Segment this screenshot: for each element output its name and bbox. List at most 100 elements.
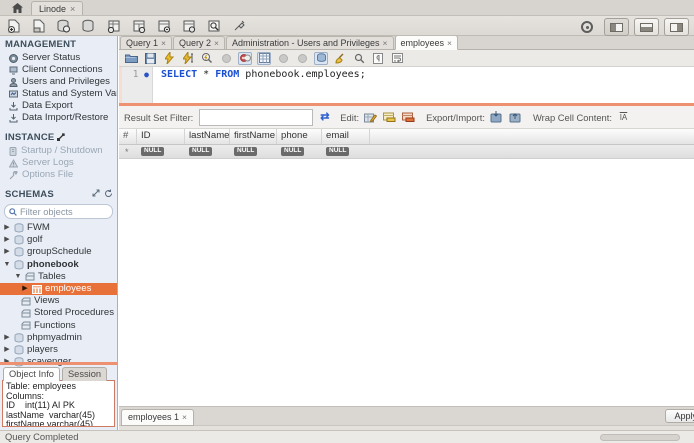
sql-code[interactable]: SELECT * FROM phonebook.employees;	[153, 67, 366, 103]
home-tab[interactable]	[6, 1, 28, 14]
refresh-icon[interactable]: ⇄	[317, 111, 332, 124]
close-icon[interactable]: ×	[161, 37, 166, 49]
scrollbar-thumb[interactable]	[600, 434, 680, 441]
tab-employees[interactable]: employees×	[395, 36, 459, 50]
column-header-phone[interactable]: phone	[277, 129, 322, 144]
close-icon[interactable]: ×	[447, 37, 452, 49]
create-procedure-icon[interactable]	[156, 18, 172, 33]
open-inspector-icon[interactable]	[56, 18, 72, 33]
column-header-lastname[interactable]: lastName	[185, 129, 230, 144]
toggle-autocommit-icon[interactable]	[314, 52, 328, 65]
explain-icon[interactable]	[200, 52, 214, 65]
wrap-cell-content-icon[interactable]: IA	[616, 111, 631, 124]
stop-icon[interactable]	[219, 52, 233, 65]
close-icon[interactable]: ×	[214, 37, 219, 49]
tree-item-groupschedule[interactable]: ▶ groupSchedule	[0, 246, 117, 258]
tree-item-employees[interactable]: ▶ employees	[0, 283, 117, 295]
close-icon[interactable]: ×	[70, 4, 75, 14]
tree-item-stored-procedures[interactable]: Stored Procedures	[0, 307, 117, 319]
search-table-data-icon[interactable]	[206, 18, 222, 33]
sidebar-item-data-export[interactable]: Data Export	[0, 100, 117, 112]
new-query-tab-icon[interactable]	[6, 18, 22, 33]
edit-record-icon[interactable]	[363, 111, 378, 124]
wrap-text-icon[interactable]	[390, 52, 404, 65]
chevron-down-icon[interactable]: ▼	[14, 271, 22, 283]
reconnect-dbms-icon[interactable]	[231, 18, 247, 33]
table-row-new[interactable]: * NULL NULL NULL NULL NULL	[119, 145, 694, 159]
delete-row-icon[interactable]	[401, 111, 416, 124]
create-table-icon[interactable]	[106, 18, 122, 33]
chevron-right-icon[interactable]: ▶	[3, 246, 11, 258]
limit-rows-icon[interactable]	[257, 52, 271, 65]
close-icon[interactable]: ×	[383, 37, 388, 49]
tree-item-phonebook[interactable]: ▼ phonebook	[0, 259, 117, 271]
tree-item-label: Tables	[38, 271, 66, 283]
execute-icon[interactable]	[162, 52, 176, 65]
execute-current-statement-icon[interactable]	[181, 52, 195, 65]
sidebar-item-data-import[interactable]: Data Import/Restore	[0, 112, 117, 124]
connection-tab[interactable]: Linode ×	[31, 1, 83, 15]
insert-row-icon[interactable]	[382, 111, 397, 124]
create-view-icon[interactable]	[131, 18, 147, 33]
sidebar-item-options-file[interactable]: Options File	[0, 169, 117, 181]
column-header-id[interactable]: ID	[137, 129, 185, 144]
chevron-right-icon[interactable]: ▶	[3, 332, 11, 344]
chevron-right-icon[interactable]: ▶	[3, 344, 11, 356]
tree-item-views[interactable]: Views	[0, 295, 117, 307]
cell-phone[interactable]: NULL	[277, 146, 322, 157]
result-filter-input[interactable]	[199, 109, 313, 126]
apply-button[interactable]: Apply	[665, 409, 694, 423]
create-schema-icon[interactable]	[81, 18, 97, 33]
rollback-icon[interactable]	[295, 52, 309, 65]
cell-email[interactable]: NULL	[322, 146, 370, 157]
refresh-schemas-icon[interactable]	[104, 189, 113, 198]
tree-item-fwm[interactable]: ▶ FWM	[0, 222, 117, 234]
toggle-bottom-panel-button[interactable]	[634, 18, 659, 36]
import-icon[interactable]	[508, 111, 523, 124]
chevron-down-icon[interactable]: ▼	[3, 259, 11, 271]
column-header-hash[interactable]: #	[119, 129, 137, 144]
tab-query-2[interactable]: Query 2×	[173, 36, 225, 49]
sidebar-item-startup-shutdown[interactable]: Startup / Shutdown	[0, 145, 117, 157]
export-icon[interactable]	[489, 111, 504, 124]
close-icon[interactable]: ×	[182, 410, 187, 425]
open-sql-script-icon[interactable]	[31, 18, 47, 33]
sidebar-item-status-system-variables[interactable]: Status and System Variables	[0, 88, 117, 100]
sidebar-item-users-privileges[interactable]: Users and Privileges	[0, 76, 117, 88]
chevron-right-icon[interactable]: ▶	[3, 222, 11, 234]
sidebar-item-client-connections[interactable]: Client Connections	[0, 64, 117, 76]
sidebar-item-server-logs[interactable]: Server Logs	[0, 157, 117, 169]
tab-employees-1[interactable]: employees 1×	[121, 409, 194, 426]
expand-panel-icon[interactable]	[92, 189, 100, 198]
column-header-email[interactable]: email	[322, 129, 370, 144]
create-function-icon[interactable]	[181, 18, 197, 33]
chevron-right-icon[interactable]: ▶	[3, 234, 11, 246]
tree-item-tables[interactable]: ▼ Tables	[0, 271, 117, 283]
open-file-icon[interactable]	[124, 52, 138, 65]
toggle-right-panel-button[interactable]	[664, 18, 689, 36]
chevron-right-icon[interactable]: ▶	[21, 283, 29, 295]
tree-item-functions[interactable]: Functions	[0, 320, 117, 332]
tab-administration-users[interactable]: Administration - Users and Privileges×	[226, 36, 394, 49]
cell-id[interactable]: NULL	[137, 146, 185, 157]
find-icon[interactable]	[352, 52, 366, 65]
cell-firstname[interactable]: NULL	[230, 146, 277, 157]
tab-query-1[interactable]: Query 1×	[120, 36, 172, 49]
tab-object-info[interactable]: Object Info	[3, 367, 60, 381]
commit-icon[interactable]	[276, 52, 290, 65]
save-icon[interactable]	[143, 52, 157, 65]
toggle-stop-on-error-icon[interactable]	[238, 52, 252, 65]
invisible-characters-icon[interactable]	[371, 52, 385, 65]
schema-filter-input[interactable]	[20, 207, 106, 217]
cell-lastname[interactable]: NULL	[185, 146, 230, 157]
sql-editor[interactable]: 1 ● SELECT * FROM phonebook.employees;	[119, 67, 694, 103]
sidebar-item-server-status[interactable]: Server Status	[0, 52, 117, 64]
tree-item-players[interactable]: ▶ players	[0, 344, 117, 356]
tree-item-golf[interactable]: ▶ golf	[0, 234, 117, 246]
beautify-icon[interactable]	[333, 52, 347, 65]
schema-filter[interactable]	[4, 204, 113, 219]
tree-item-phpmyadmin[interactable]: ▶ phpmyadmin	[0, 332, 117, 344]
toggle-left-panel-button[interactable]	[604, 18, 629, 36]
tab-session[interactable]: Session	[62, 367, 107, 381]
column-header-firstname[interactable]: firstName	[230, 129, 277, 144]
